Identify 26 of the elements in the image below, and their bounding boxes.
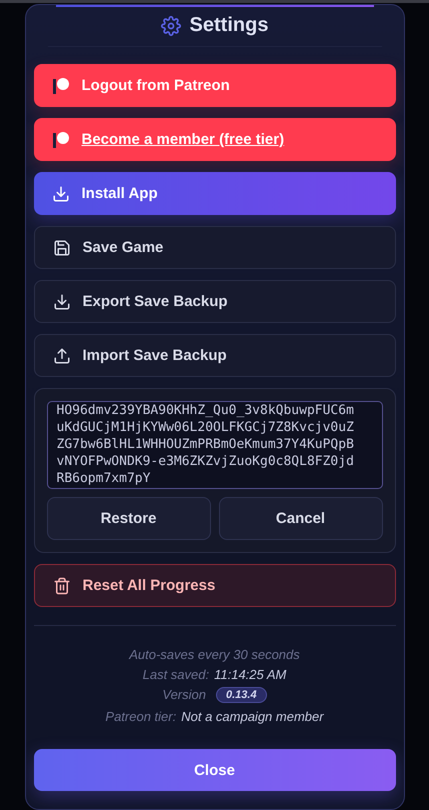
backup-code-field[interactable]: HO96dmv239YBA90KHhZ_Qu0_3v8kQbuwpFUC6muKdGUCjM1HjKYWw06L20OLFKGCj7Z8Kvcjv0uZZG7bw6BlHL1WHHOUZmPRBmOeKmum37Y4KuPQpBvNYOFPwONDK9-e3M6ZKZvjZuoKg0c8QL8FZ0jdRB6opm7xm7pY <box>46 401 382 489</box>
action-button[interactable]: Save Game <box>34 226 396 269</box>
info-value: 11:14:25 AM <box>214 667 286 683</box>
info-label: Last saved: <box>142 667 210 683</box>
cancel-button[interactable]: Cancel <box>218 497 382 540</box>
patreon-button[interactable]: Logout from Patreon <box>34 64 396 107</box>
patreon-button[interactable]: Become a member (free tier) <box>34 118 396 161</box>
info-label: Patreon tier: <box>105 709 176 725</box>
download-icon <box>52 184 70 202</box>
reset-button[interactable]: Reset All Progress <box>34 564 396 607</box>
version-badge: 0.13.4 <box>216 687 267 703</box>
patreon-icon <box>52 76 70 94</box>
restore-button[interactable]: Restore <box>46 497 210 540</box>
close-button[interactable]: Close <box>34 749 396 791</box>
dialog-title: Settings <box>190 14 268 37</box>
patreon-icon <box>52 130 70 148</box>
download-icon <box>52 292 70 310</box>
trash-icon <box>52 576 70 594</box>
settings-icon <box>160 16 181 36</box>
install-button[interactable]: Install App <box>34 172 396 215</box>
upload-icon <box>52 346 70 364</box>
info-label: Version <box>162 687 206 703</box>
action-button[interactable]: Import Save Backup <box>34 334 396 377</box>
autosave-note: Auto-saves every 30 seconds <box>129 647 300 663</box>
action-button[interactable]: Export Save Backup <box>34 280 396 323</box>
info-value: Not a campaign member <box>181 709 324 725</box>
